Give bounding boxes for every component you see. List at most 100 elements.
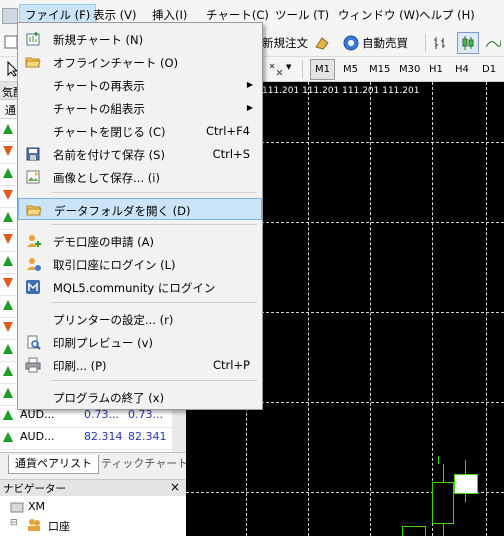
submenu-arrow-icon: ▶ <box>246 80 253 89</box>
menu-tools[interactable]: ツール (T) <box>275 7 329 23</box>
add-account-icon <box>27 235 41 247</box>
tree-root-label: XM <box>28 500 46 513</box>
market-watch-row[interactable]: AUD... 82.314 82.341 <box>0 427 186 450</box>
menu-item-label: 取引口座にログイン (L) <box>53 258 176 272</box>
printer-icon <box>25 357 41 373</box>
line-chart-icon[interactable] <box>485 35 501 51</box>
symbol-name: AUD... <box>20 430 55 443</box>
tab-symbols[interactable]: 通貨ペアリスト <box>8 455 99 474</box>
auto-trading-button[interactable]: 自動売買 <box>362 35 408 51</box>
menu-view[interactable]: 表示 (V) <box>93 7 137 23</box>
metaeditor-icon[interactable] <box>314 35 330 51</box>
menu-chart[interactable]: チャート(C) <box>206 7 269 23</box>
image-save-icon <box>26 170 40 184</box>
menu-item-label: チャートの再表示 <box>53 79 145 93</box>
price-down-icon <box>3 278 13 288</box>
accounts-icon <box>28 519 40 531</box>
timeframe-h1-button[interactable]: H1 <box>424 59 448 80</box>
bar-chart-icon[interactable] <box>433 35 449 51</box>
tree-expand-icon[interactable]: ⊟ <box>10 518 18 528</box>
timeframe-m5-button[interactable]: M5 <box>338 59 363 80</box>
menu-separator <box>51 302 257 303</box>
timeframe-h4-button[interactable]: H4 <box>450 59 474 80</box>
price-up-icon <box>3 388 13 398</box>
menu-item-label: プリンターの設定... (r) <box>53 313 174 327</box>
candlestick-icon <box>462 36 474 50</box>
timeframe-m1-button[interactable]: M1 <box>310 59 335 80</box>
timeframe-d1-button[interactable]: D1 <box>477 59 501 80</box>
new-chart-icon <box>26 32 40 46</box>
price-up-icon <box>3 300 13 310</box>
objects-icon[interactable] <box>268 62 284 76</box>
bid-price: 82.314 <box>84 430 123 443</box>
navigator-header: ナビゲーター × <box>0 479 186 497</box>
menu-item-label: 印刷プレビュー (v) <box>53 336 153 350</box>
price-up-icon <box>3 344 13 354</box>
file-menu-item[interactable]: チャートを閉じる (C) Ctrl+F4 <box>18 120 262 142</box>
file-menu-item[interactable]: MQL5.community にログイン <box>18 276 262 298</box>
tab-tick-chart[interactable]: ティックチャート <box>95 455 194 473</box>
chevron-down-icon[interactable]: ▼ <box>286 63 291 71</box>
grid-line-vertical <box>370 82 371 536</box>
file-menu-item[interactable]: デモ口座の申請 (A) <box>18 230 262 252</box>
candlestick-chart-button[interactable] <box>457 32 479 54</box>
candle-wick <box>438 456 439 464</box>
tree-item-root[interactable]: XM <box>0 498 186 516</box>
menu-item-label: オフラインチャート (O) <box>53 56 179 70</box>
grid-line-vertical <box>486 82 487 536</box>
auto-trading-icon[interactable] <box>342 34 360 52</box>
file-menu-item[interactable]: 名前を付けて保存 (S) Ctrl+S <box>18 143 262 165</box>
file-menu-item[interactable]: 新規チャート (N) <box>18 28 262 50</box>
price-up-icon <box>3 124 13 134</box>
menu-item-label: 印刷... (P) <box>53 359 107 373</box>
menu-item-label: 名前を付けて保存 (S) <box>53 148 165 162</box>
file-menu-item[interactable]: チャートの再表示 ▶ <box>18 74 262 96</box>
toolbar-separator <box>425 34 426 52</box>
timeframe-m30-button[interactable]: M30 <box>394 59 425 80</box>
login-account-icon <box>27 258 41 271</box>
menu-item-label: 画像として保存... (i) <box>53 171 160 185</box>
file-menu-item[interactable]: 画像として保存... (i) <box>18 166 262 188</box>
menu-help[interactable]: ヘルプ (H) <box>419 7 475 23</box>
menu-separator <box>51 380 257 381</box>
new-chart-icon[interactable] <box>4 35 18 49</box>
file-menu-item[interactable]: オフラインチャート (O) <box>18 51 262 73</box>
candle-bearish <box>402 526 426 536</box>
ask-price: 82.341 <box>128 430 167 443</box>
submenu-arrow-icon: ▶ <box>246 103 253 112</box>
file-menu-item[interactable]: 印刷... (P) Ctrl+P <box>18 354 262 376</box>
menu-item-label: プログラムの終了 (x) <box>53 391 165 405</box>
menu-window[interactable]: ウィンドウ (W) <box>338 7 420 23</box>
app-menu-icon[interactable] <box>2 8 18 24</box>
new-order-button[interactable]: 新規注文 <box>262 35 308 51</box>
file-menu-item[interactable]: プリンターの設定... (r) <box>18 308 262 330</box>
price-up-icon <box>3 432 13 442</box>
navigator-tree: XM ⊟ 口座 <box>0 496 186 536</box>
menu-separator <box>51 224 257 225</box>
print-preview-icon <box>27 335 41 350</box>
price-down-icon <box>3 190 13 200</box>
toolbar-separator <box>302 60 303 78</box>
symbol-column-header[interactable]: 通 <box>5 102 16 118</box>
file-menu-item[interactable]: プログラムの終了 (x) <box>18 386 262 408</box>
price-down-icon <box>3 234 13 244</box>
menu-item-shortcut: Ctrl+F4 <box>205 124 250 138</box>
timeframe-m15-button[interactable]: M15 <box>364 59 395 80</box>
navigator-title: ナビゲーター <box>3 483 66 495</box>
price-down-icon <box>3 146 13 156</box>
tree-item-accounts[interactable]: ⊟ 口座 <box>0 516 186 534</box>
menu-item-label: 新規チャート (N) <box>53 33 144 47</box>
price-down-icon <box>3 322 13 332</box>
save-icon <box>26 147 40 161</box>
price-up-icon <box>3 256 13 266</box>
menu-insert[interactable]: 挿入(I) <box>152 7 187 23</box>
menu-item-label: MQL5.community にログイン <box>53 281 216 295</box>
file-menu-item[interactable]: 取引口座にログイン (L) <box>18 253 262 275</box>
file-menu-item[interactable]: チャートの組表示 ▶ <box>18 97 262 119</box>
close-icon[interactable]: × <box>170 480 180 494</box>
file-menu-item[interactable]: データフォルダを開く (D) <box>18 198 262 220</box>
chart-price-labels: 111.201 111.201 111.201 111.201 <box>262 86 420 96</box>
menu-item-label: デモ口座の申請 (A) <box>53 235 154 249</box>
menu-item-shortcut: Ctrl+P <box>212 358 250 372</box>
file-menu-item[interactable]: 印刷プレビュー (v) <box>18 331 262 353</box>
